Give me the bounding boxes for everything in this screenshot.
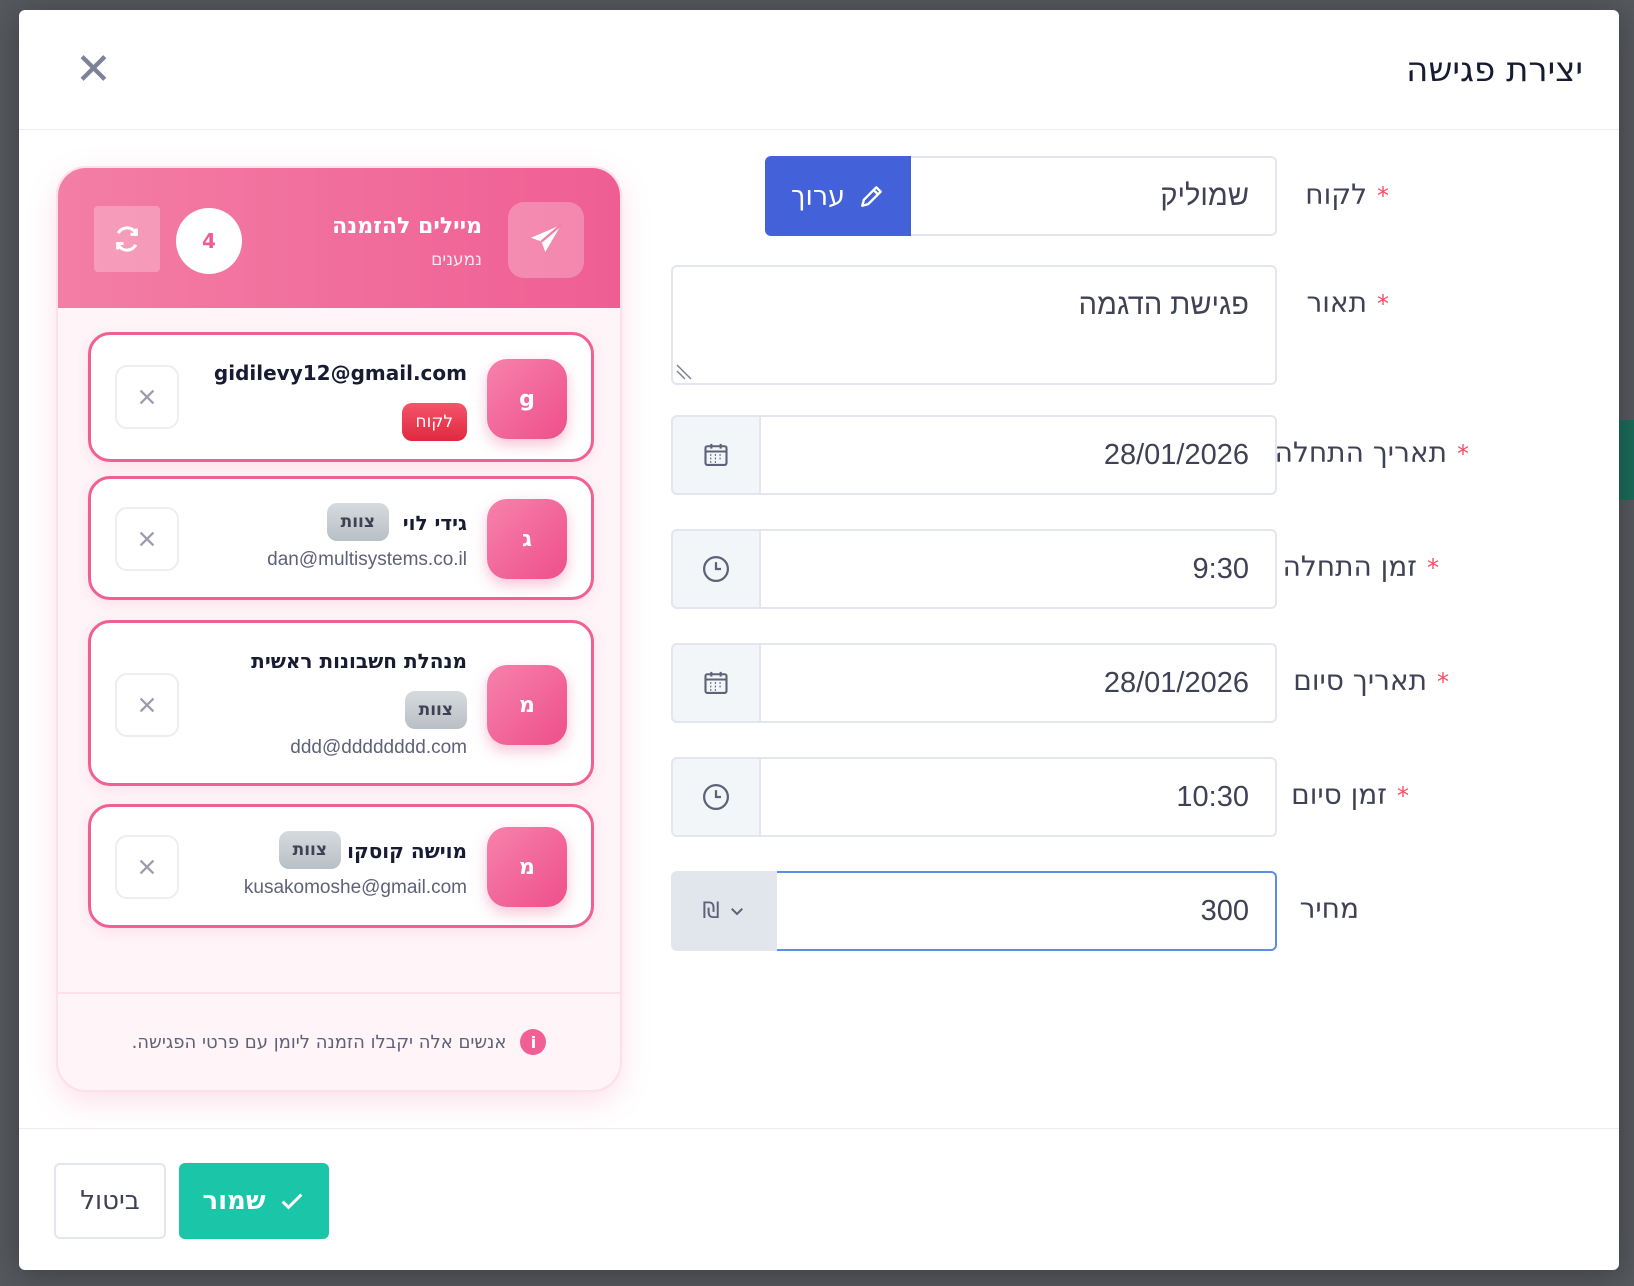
customer-label: * לקוח bbox=[1305, 178, 1389, 211]
required-mark: * bbox=[1397, 782, 1409, 810]
start-date-label: * תאריך התחלה bbox=[1275, 436, 1469, 469]
calendar-icon bbox=[704, 443, 728, 466]
recipient-card: ג גידי לוי צוות dan@multisystems.co.il bbox=[88, 476, 594, 600]
recipient-avatar: מ bbox=[487, 827, 567, 907]
description-label: * תאור bbox=[1306, 286, 1389, 319]
invite-panel-title: מיילים להזמנה bbox=[332, 214, 482, 239]
close-icon[interactable]: ✕ bbox=[75, 47, 112, 92]
invite-panel-subtitle: נמענים bbox=[431, 250, 482, 270]
remove-icon bbox=[139, 531, 155, 547]
required-mark: * bbox=[1457, 440, 1469, 468]
edit-customer-button[interactable]: ערוך bbox=[765, 156, 911, 236]
recipient-email: kusakomoshe@gmail.com bbox=[243, 877, 467, 898]
required-mark: * bbox=[1377, 182, 1389, 210]
start-date-value: 28/01/2026 bbox=[1103, 438, 1249, 471]
recipient-name: גידי לוי bbox=[402, 511, 467, 535]
remove-recipient-button[interactable] bbox=[115, 835, 179, 899]
end-time-clock-button[interactable] bbox=[671, 757, 761, 837]
end-date-input[interactable]: 28/01/2026 bbox=[759, 643, 1277, 723]
customer-field[interactable]: שמוליק bbox=[909, 156, 1277, 236]
end-time-value: 10:30 bbox=[1176, 780, 1249, 813]
team-tag: צוות bbox=[404, 691, 467, 729]
resize-handle-icon[interactable] bbox=[675, 363, 693, 381]
end-date-value: 28/01/2026 bbox=[1103, 666, 1249, 699]
modal-title: יצירת פגישה bbox=[1406, 49, 1583, 90]
end-date-label-text: תאריך סיום bbox=[1293, 664, 1427, 697]
currency-select[interactable]: ₪ bbox=[671, 871, 777, 951]
end-time-label-text: זמן סיום bbox=[1291, 778, 1387, 811]
clock-icon bbox=[703, 784, 729, 810]
price-value: 300 bbox=[1200, 894, 1249, 927]
required-mark: * bbox=[1437, 668, 1449, 696]
remove-icon bbox=[139, 697, 155, 713]
end-date-calendar-button[interactable] bbox=[671, 643, 761, 723]
required-mark: * bbox=[1427, 554, 1439, 582]
calendar-icon bbox=[704, 671, 728, 694]
required-mark: * bbox=[1377, 290, 1389, 318]
team-tag: צוות bbox=[278, 831, 341, 869]
recipient-card: g gidilevy12@gmail.com לקוח bbox=[88, 332, 594, 462]
recipient-email: ddd@dddddddd.com bbox=[290, 737, 467, 758]
info-icon: i bbox=[520, 1029, 547, 1055]
start-time-clock-button[interactable] bbox=[671, 529, 761, 609]
cancel-button[interactable]: ביטול bbox=[54, 1163, 166, 1239]
modal-header: יצירת פגישה ✕ bbox=[19, 10, 1619, 130]
refresh-icon bbox=[116, 226, 138, 252]
end-date-label: * תאריך סיום bbox=[1293, 664, 1449, 697]
recipient-card: מ מוישה קוסקו צוות kusakomoshe@gmail.com bbox=[88, 804, 594, 928]
remove-recipient-button[interactable] bbox=[115, 365, 179, 429]
start-date-label-text: תאריך התחלה bbox=[1274, 436, 1447, 469]
save-label: שמור bbox=[202, 1186, 266, 1216]
recipient-count-badge: 4 bbox=[176, 208, 242, 274]
remove-recipient-button[interactable] bbox=[115, 507, 179, 571]
start-time-input[interactable]: 9:30 bbox=[759, 529, 1277, 609]
save-button[interactable]: שמור bbox=[179, 1163, 329, 1239]
paper-plane-icon bbox=[508, 202, 584, 278]
description-label-text: תאור bbox=[1306, 286, 1367, 319]
start-time-label: * זמן התחלה bbox=[1283, 550, 1439, 583]
edit-button-label: ערוך bbox=[791, 180, 845, 212]
invite-footer-note: אנשים אלה יקבלו הזמנה ליומן עם פרטי הפגי… bbox=[131, 1031, 507, 1053]
start-date-calendar-button[interactable] bbox=[671, 415, 761, 495]
price-label: מחיר bbox=[1300, 892, 1359, 925]
client-tag: לקוח bbox=[401, 403, 467, 441]
recipient-avatar: מ bbox=[487, 665, 567, 745]
end-time-input[interactable]: 10:30 bbox=[759, 757, 1277, 837]
recipient-avatar: g bbox=[487, 359, 567, 439]
start-time-value: 9:30 bbox=[1192, 552, 1249, 585]
price-label-text: מחיר bbox=[1299, 892, 1359, 925]
recipient-avatar: ג bbox=[487, 499, 567, 579]
check-icon bbox=[281, 1193, 302, 1210]
price-input[interactable]: 300 bbox=[775, 871, 1277, 951]
description-value: פגישת הדגמה bbox=[1078, 289, 1249, 321]
chevron-down-icon bbox=[730, 908, 743, 916]
team-tag: צוות bbox=[326, 503, 389, 541]
recipient-name: מנהלת חשבונות ראשית bbox=[251, 649, 467, 673]
currency-value: ₪ bbox=[702, 898, 720, 924]
customer-label-text: לקוח bbox=[1305, 178, 1367, 211]
invite-panel: מיילים להזמנה נמענים 4 g gidilevy12@gmai… bbox=[56, 166, 622, 1092]
remove-recipient-button[interactable] bbox=[115, 673, 179, 737]
create-meeting-modal: יצירת פגישה ✕ * לקוח שמוליק ערוך * תאור פג… bbox=[19, 10, 1619, 1270]
invite-panel-footer: i אנשים אלה יקבלו הזמנה ליומן עם פרטי הפ… bbox=[58, 992, 620, 1090]
invite-panel-header: מיילים להזמנה נמענים 4 bbox=[58, 168, 620, 308]
recipient-card: מ מנהלת חשבונות ראשית צוות ddd@dddddddd.… bbox=[88, 620, 594, 786]
clock-icon bbox=[703, 556, 729, 582]
customer-value: שמוליק bbox=[1160, 179, 1249, 212]
remove-icon bbox=[139, 389, 155, 405]
recipient-name: gidilevy12@gmail.com bbox=[213, 361, 467, 385]
modal-footer: שמור ביטול bbox=[19, 1128, 1619, 1270]
start-date-input[interactable]: 28/01/2026 bbox=[759, 415, 1277, 495]
pencil-icon bbox=[861, 186, 882, 207]
start-time-label-text: זמן התחלה bbox=[1282, 550, 1417, 583]
description-textarea[interactable]: פגישת הדגמה bbox=[671, 265, 1277, 385]
remove-icon bbox=[139, 859, 155, 875]
end-time-label: * זמן סיום bbox=[1291, 778, 1409, 811]
refresh-button[interactable] bbox=[94, 206, 160, 272]
recipient-name: מוישה קוסקו bbox=[347, 839, 467, 863]
recipient-email: dan@multisystems.co.il bbox=[267, 549, 467, 570]
